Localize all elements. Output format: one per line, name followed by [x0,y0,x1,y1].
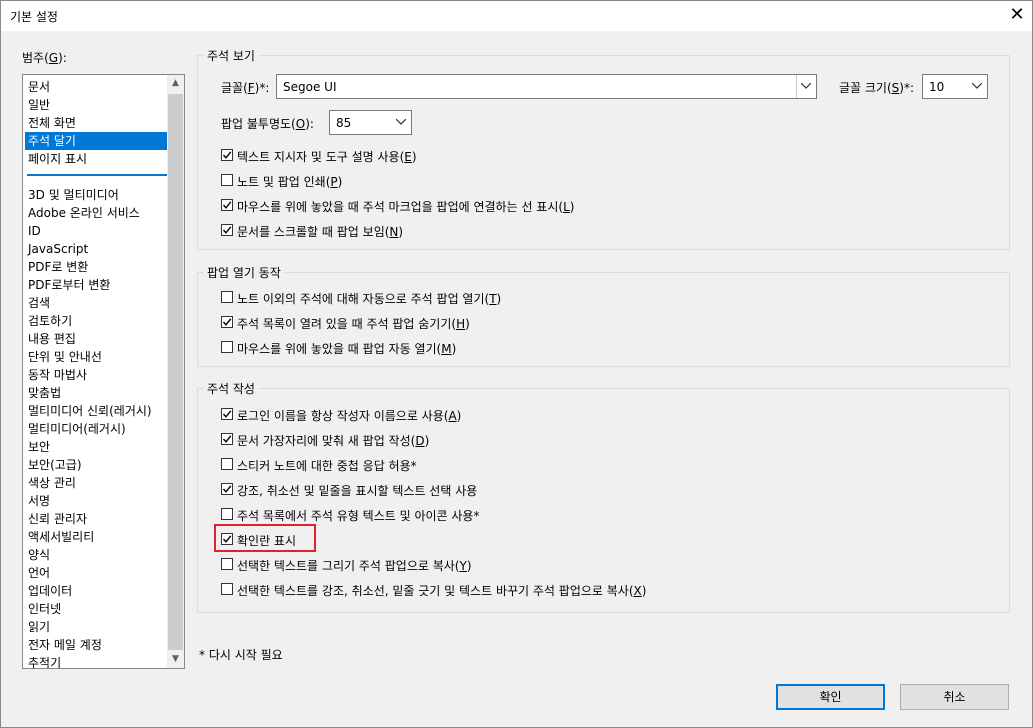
checkbox-label: 마우스를 위에 놓았을 때 팝업 자동 열기(M) [237,342,457,356]
categories-listbox[interactable]: 문서 일반 전체 화면 주석 달기 페이지 표시 3D 및 멀티미디어 Adobe 온라인 … [22,74,185,669]
list-item[interactable]: 맞춤법 [25,384,169,402]
checkbox-label: 텍스트 지시자 및 도구 설명 사용(E) [237,150,417,164]
list-item[interactable]: 3D 및 멀티미디어 [25,186,169,204]
font-size-label: 글꼴 크기(S)*: [839,81,915,95]
highlight-box [214,524,316,552]
list-item[interactable]: 전체 화면 [25,114,169,132]
close-icon[interactable]: ✕ [1008,4,1026,26]
scroll-up-icon[interactable]: ▲ [167,75,184,92]
list-item[interactable]: 추적기 [25,654,169,668]
checkbox-checked-icon[interactable] [221,224,233,236]
list-item[interactable]: 보안 [25,438,169,456]
list-item[interactable]: 주석 달기 [25,132,169,150]
list-item[interactable]: JavaScript [25,240,169,258]
ok-button[interactable]: 확인 [776,684,885,710]
checkbox-label: 노트 이외의 주석에 대해 자동으로 주석 팝업 열기(T) [237,292,502,306]
title-bar: 기본 설정 ✕ [0,0,1033,31]
font-size-combo[interactable]: 10 [922,74,988,99]
list-item[interactable]: 양식 [25,546,169,564]
list-item[interactable]: 검토하기 [25,312,169,330]
list-item[interactable]: 검색 [25,294,169,312]
checkbox-checked-icon[interactable] [221,483,233,495]
list-item[interactable]: 내용 편집 [25,330,169,348]
chevron-down-icon[interactable] [968,75,987,98]
checkbox-checked-icon[interactable] [221,316,233,328]
list-item[interactable]: PDF로 변환 [25,258,169,276]
list-item[interactable]: 단위 및 안내선 [25,348,169,366]
list-item[interactable]: 인터넷 [25,600,169,618]
font-combo[interactable]: Segoe UI [276,74,817,99]
list-item[interactable]: PDF로부터 변환 [25,276,169,294]
checkbox-label: 주석 목록이 열려 있을 때 주석 팝업 숨기기(H) [237,317,470,331]
list-item[interactable]: 보안(고급) [25,456,169,474]
list-separator [27,174,167,176]
cancel-button[interactable]: 취소 [900,684,1009,710]
list-item[interactable]: 업데이터 [25,582,169,600]
list-item[interactable]: ID [25,222,169,240]
list-item[interactable]: 색상 관리 [25,474,169,492]
list-item[interactable]: 언어 [25,564,169,582]
list-item[interactable]: 페이지 표시 [25,150,169,168]
checkbox-unchecked-icon[interactable] [221,583,233,595]
checkbox-label: 주석 목록에서 주석 유형 텍스트 및 아이콘 사용* [237,509,480,523]
scroll-down-icon[interactable]: ▼ [167,651,184,668]
view-group-title: 주석 보기 [203,47,259,64]
window-title: 기본 설정 [10,10,58,24]
list-item[interactable]: 멀티미디어(레거시) [25,420,169,438]
checkbox-label: 스티커 노트에 대한 중첩 응답 허용* [237,459,417,473]
font-size-value: 10 [929,80,945,94]
checkbox-checked-icon[interactable] [221,199,233,211]
checkbox-unchecked-icon[interactable] [221,341,233,353]
categories-label: 범주(G): [22,51,67,65]
checkbox-label: 선택한 텍스트를 그리기 주석 팝업으로 복사(Y) [237,559,472,573]
list-item[interactable]: 동작 마법사 [25,366,169,384]
categories-list: 문서 일반 전체 화면 주석 달기 페이지 표시 3D 및 멀티미디어 Adobe 온라인 … [25,78,169,668]
checkbox-unchecked-icon[interactable] [221,458,233,470]
create-group-title: 주석 작성 [203,380,259,397]
list-item[interactable]: 문서 [25,78,169,96]
checkbox-label: 문서 가장자리에 맞춰 새 팝업 작성(D) [237,434,430,448]
checkbox-label: 로그인 이름을 항상 작성자 이름으로 사용(A) [237,409,462,423]
checkbox-label: 문서를 스크롤할 때 팝업 보임(N) [237,225,404,239]
checkbox-label: 선택한 텍스트를 강조, 취소선, 밑줄 긋기 및 텍스트 바꾸기 주석 팝업으… [237,584,647,598]
font-value: Segoe UI [283,80,337,94]
checkbox-checked-icon[interactable] [221,433,233,445]
checkbox-label: 강조, 취소선 및 밑줄을 표시할 텍스트 선택 사용 [237,484,478,498]
checkbox-label: 노트 및 팝업 인쇄(P) [237,175,343,189]
checkbox-unchecked-icon[interactable] [221,174,233,186]
checkbox-unchecked-icon[interactable] [221,508,233,520]
font-label: 글꼴(F)*: [221,81,270,95]
chevron-down-icon[interactable] [796,75,816,98]
scroll-thumb[interactable] [168,94,183,650]
chevron-down-icon[interactable] [392,111,411,134]
restart-note: * 다시 시작 필요 [199,648,283,662]
popup-opacity-combo[interactable]: 85 [329,110,412,135]
popup-group-title: 팝업 열기 동작 [203,264,285,281]
checkbox-checked-icon[interactable] [221,408,233,420]
list-item[interactable]: 멀티미디어 신뢰(레거시) [25,402,169,420]
popup-opacity-value: 85 [336,116,352,130]
checkbox-label: 마우스를 위에 놓았을 때 주석 마크업을 팝업에 연결하는 선 표시(L) [237,200,575,214]
categories-scrollbar[interactable]: ▲ ▼ [167,75,184,668]
checkbox-checked-icon[interactable] [221,149,233,161]
list-item[interactable]: 액세서빌리티 [25,528,169,546]
checkbox-unchecked-icon[interactable] [221,558,233,570]
list-item[interactable]: Adobe 온라인 서비스 [25,204,169,222]
list-item[interactable]: 신뢰 관리자 [25,510,169,528]
checkbox-unchecked-icon[interactable] [221,291,233,303]
list-item[interactable]: 읽기 [25,618,169,636]
list-item[interactable]: 전자 메일 계정 [25,636,169,654]
popup-opacity-label: 팝업 불투명도(O): [221,117,314,131]
list-item[interactable]: 서명 [25,492,169,510]
list-item[interactable]: 일반 [25,96,169,114]
